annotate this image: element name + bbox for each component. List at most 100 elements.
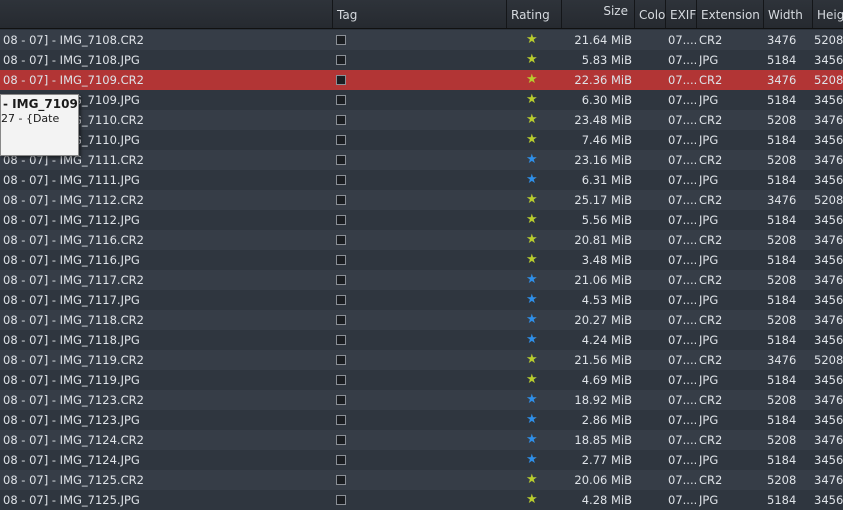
file-size: 20.06 MiB [574, 473, 632, 487]
file-name: 08 - 07] - IMG_7119.CR2 [3, 353, 144, 367]
column-header-size[interactable]: Size [561, 0, 634, 28]
file-row[interactable]: 08 - 07] - IMG_7125.CR2 20.06 MiB 07.... CR… [0, 470, 843, 490]
rating-star-icon[interactable]: ★ [526, 273, 538, 287]
tag-checkbox[interactable] [336, 415, 346, 425]
column-header-width[interactable]: Width [763, 0, 812, 28]
file-extension: JPG [699, 53, 719, 67]
tag-checkbox[interactable] [336, 155, 346, 165]
file-row[interactable]: 08 - 07] - IMG_7125.JPG 4.28 MiB 07.... JPG… [0, 490, 843, 510]
file-row[interactable]: 08 - 07] - IMG_7124.JPG 2.77 MiB 07.... JPG… [0, 450, 843, 470]
tag-checkbox[interactable] [336, 435, 346, 445]
file-row[interactable]: 08 - 07] - IMG_7117.CR2 21.06 MiB 07.... CR… [0, 270, 843, 290]
exif-date: 07.... [668, 313, 696, 327]
image-height: 3456 [814, 133, 843, 147]
file-row[interactable]: 08 - 07] - IMG_7119.CR2 21.56 MiB 07.... CR… [0, 350, 843, 370]
tag-checkbox[interactable] [336, 475, 346, 485]
file-extension: JPG [699, 373, 719, 387]
file-name: 08 - 07] - IMG_7112.CR2 [3, 193, 144, 207]
rating-star-icon[interactable]: ★ [526, 173, 538, 187]
file-extension: CR2 [699, 113, 723, 127]
file-row[interactable]: 08 - 07] - IMG_7124.CR2 18.85 MiB 07.... CR… [0, 430, 843, 450]
tag-checkbox[interactable] [336, 375, 346, 385]
file-row[interactable]: 08 - 07] - IMG_7117.JPG 4.53 MiB 07.... JPG… [0, 290, 843, 310]
tag-cell [336, 110, 346, 130]
rating-star-icon[interactable]: ★ [526, 333, 538, 347]
image-height: 3456 [814, 453, 843, 467]
file-row[interactable]: 08 - 07] - IMG_7110.JPG7.46 MiB07....JPG… [0, 130, 843, 150]
rating-star-icon[interactable]: ★ [526, 73, 538, 87]
rating-star-icon[interactable]: ★ [526, 233, 538, 247]
tag-checkbox[interactable] [336, 315, 346, 325]
tag-checkbox[interactable] [336, 135, 346, 145]
file-row[interactable]: 08 - 07] - IMG_7116.CR2 20.81 MiB 07.... CR… [0, 230, 843, 250]
tag-checkbox[interactable] [336, 235, 346, 245]
image-height: 3476 [814, 233, 843, 247]
image-width: 5208 [767, 233, 797, 247]
rating-star-icon[interactable]: ★ [526, 293, 538, 307]
file-row[interactable]: 08 - 07] - IMG_7109.CR2 22.36 MiB 07.... CR… [0, 70, 843, 90]
file-row[interactable]: 08 - 07] - IMG_7111.JPG 6.31 MiB 07.... JPG… [0, 170, 843, 190]
rating-star-icon[interactable]: ★ [526, 153, 538, 167]
file-row[interactable]: 08 - 07] - IMG_7123.JPG 2.86 MiB 07.... JPG… [0, 410, 843, 430]
tag-checkbox[interactable] [336, 95, 346, 105]
file-name: 08 - 07] - IMG_7108.CR2 [3, 33, 144, 47]
exif-date: 07.... [668, 233, 696, 247]
rating-star-icon[interactable]: ★ [526, 113, 538, 127]
file-row[interactable]: 08 - 07] - IMG_7110.CR223.48 MiB07....CR… [0, 110, 843, 130]
rating-star-icon[interactable]: ★ [526, 453, 538, 467]
column-header-extension[interactable]: Extension [696, 0, 763, 28]
tag-checkbox[interactable] [336, 395, 346, 405]
tag-checkbox[interactable] [336, 355, 346, 365]
rating-star-icon[interactable]: ★ [526, 393, 538, 407]
rating-star-icon[interactable]: ★ [526, 213, 538, 227]
tag-checkbox[interactable] [336, 175, 346, 185]
rating-star-icon[interactable]: ★ [526, 413, 538, 427]
rating-star-icon[interactable]: ★ [526, 353, 538, 367]
tag-checkbox[interactable] [336, 455, 346, 465]
image-width: 5184 [767, 333, 797, 347]
file-row[interactable]: 08 - 07] - IMG_7108.CR2 21.64 MiB 07.... CR… [0, 30, 843, 50]
file-row[interactable]: 08 - 07] - IMG_7109.JPG6.30 MiB07....JPG… [0, 90, 843, 110]
tag-checkbox[interactable] [336, 255, 346, 265]
file-row[interactable]: 08 - 07] - IMG_7118.JPG 4.24 MiB 07.... JPG… [0, 330, 843, 350]
file-row[interactable]: 08 - 07] - IMG_7118.CR2 20.27 MiB 07.... CR… [0, 310, 843, 330]
file-row[interactable]: 08 - 07] - IMG_7112.JPG 5.56 MiB 07.... JPG… [0, 210, 843, 230]
tag-checkbox[interactable] [336, 55, 346, 65]
rating-star-icon[interactable]: ★ [526, 253, 538, 267]
file-size: 2.86 MiB [581, 413, 632, 427]
tag-checkbox[interactable] [336, 35, 346, 45]
tag-checkbox[interactable] [336, 295, 346, 305]
tag-checkbox[interactable] [336, 335, 346, 345]
file-row[interactable]: 08 - 07] - IMG_7108.JPG 5.83 MiB 07.... JPG… [0, 50, 843, 70]
file-row[interactable]: 08 - 07] - IMG_7112.CR2 25.17 MiB 07.... CR… [0, 190, 843, 210]
tag-checkbox[interactable] [336, 275, 346, 285]
rating-star-icon[interactable]: ★ [526, 313, 538, 327]
column-header-exif[interactable]: EXIF [665, 0, 696, 28]
rating-star-icon[interactable]: ★ [526, 93, 538, 107]
rating-star-icon[interactable]: ★ [526, 493, 538, 507]
tag-checkbox[interactable] [336, 495, 346, 505]
tag-checkbox[interactable] [336, 115, 346, 125]
column-header-tag[interactable]: Tag [332, 0, 506, 28]
rating-star-icon[interactable]: ★ [526, 53, 538, 67]
rating-star-icon[interactable]: ★ [526, 373, 538, 387]
column-header-height[interactable]: Heigh [812, 0, 843, 28]
file-row[interactable]: 08 - 07] - IMG_7116.JPG 3.48 MiB 07.... JPG… [0, 250, 843, 270]
rating-star-icon[interactable]: ★ [526, 133, 538, 147]
rating-star-icon[interactable]: ★ [526, 193, 538, 207]
rating-star-icon[interactable]: ★ [526, 473, 538, 487]
column-header-rating[interactable]: Rating [506, 0, 561, 28]
rating-star-icon[interactable]: ★ [526, 433, 538, 447]
file-row[interactable]: 08 - 07] - IMG_7123.CR2 18.92 MiB 07.... CR… [0, 390, 843, 410]
image-height: 3456 [814, 333, 843, 347]
column-header-name[interactable] [0, 0, 332, 28]
tag-checkbox[interactable] [336, 215, 346, 225]
tag-checkbox[interactable] [336, 195, 346, 205]
tag-checkbox[interactable] [336, 75, 346, 85]
rating-star-icon[interactable]: ★ [526, 33, 538, 47]
column-header-color[interactable]: Colo [634, 0, 665, 28]
file-row[interactable]: 08 - 07] - IMG_7111.CR2 23.16 MiB 07.... CR… [0, 150, 843, 170]
tag-cell [336, 230, 346, 250]
file-row[interactable]: 08 - 07] - IMG_7119.JPG 4.69 MiB 07.... JPG… [0, 370, 843, 390]
file-size: 3.48 MiB [581, 253, 632, 267]
